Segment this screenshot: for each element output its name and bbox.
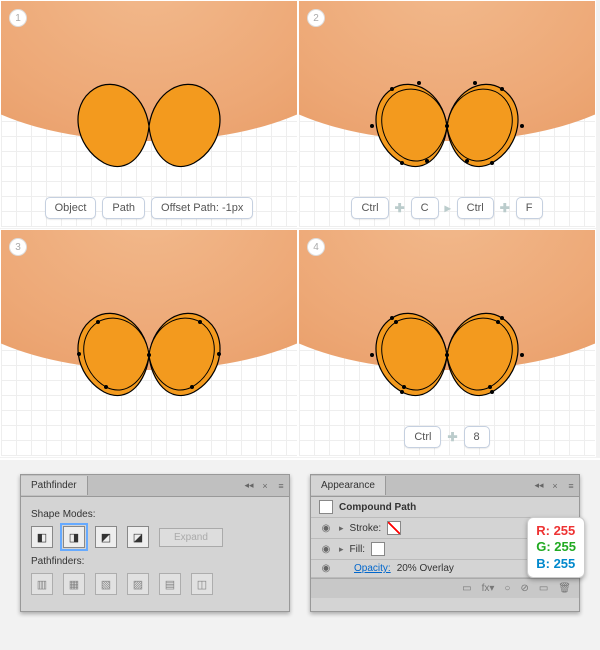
shape-modes-label: Shape Modes:: [31, 509, 279, 520]
offset-path-button[interactable]: Offset Path: -1px: [151, 197, 253, 219]
plus-icon: ✚: [500, 201, 510, 215]
visibility-icon[interactable]: ◉: [319, 563, 333, 574]
appearance-tab[interactable]: Appearance: [311, 476, 386, 495]
pane-4: 4 Ctrl ✚ 8: [298, 229, 596, 457]
step-badge: 2: [307, 9, 325, 27]
step2-buttons: Ctrl ✚ C ▸ Ctrl ✚ F: [299, 197, 595, 219]
pathfinders-row: ▥ ▦ ▧ ▨ ▤ ◫: [31, 573, 279, 595]
appearance-panel: Appearance ◂◂ × ≡ Compound Path ◉ ▸ Stro…: [310, 474, 580, 612]
stroke-label: Stroke:: [350, 523, 382, 534]
plus-icon: ✚: [395, 201, 405, 215]
none-swatch[interactable]: [387, 521, 401, 535]
outline-icon[interactable]: ▤: [159, 573, 181, 595]
collapse-icon[interactable]: ◂◂: [531, 480, 547, 491]
compound-path-row[interactable]: Compound Path: [311, 497, 579, 518]
close-icon[interactable]: ×: [547, 481, 563, 491]
bow-shape: [59, 300, 239, 410]
step-badge: 3: [9, 238, 27, 256]
fx-icon[interactable]: fx▾: [482, 583, 495, 594]
crop-icon[interactable]: ▨: [127, 573, 149, 595]
r-value: R: 255: [536, 523, 576, 539]
c-key[interactable]: C: [411, 197, 439, 219]
bow-shape: [357, 71, 537, 181]
pathfinders-label: Pathfinders:: [31, 556, 279, 567]
bow-shape: [357, 300, 537, 410]
minus-back-icon[interactable]: ◫: [191, 573, 213, 595]
panel-tabs: Pathfinder ◂◂ × ≡: [21, 475, 289, 497]
chevron-right-icon: ▸: [445, 201, 451, 215]
ctrl-key[interactable]: Ctrl: [404, 426, 441, 448]
menu-icon[interactable]: ≡: [563, 481, 579, 491]
panel-tabs: Appearance ◂◂ × ≡: [311, 475, 579, 497]
eight-key[interactable]: 8: [464, 426, 490, 448]
trash-icon[interactable]: 🗑: [558, 583, 571, 594]
b-value: B: 255: [536, 556, 576, 572]
white-swatch[interactable]: [371, 542, 385, 556]
prohibit-icon[interactable]: ⊘: [520, 583, 528, 594]
opacity-link[interactable]: Opacity:: [354, 563, 391, 574]
duplicate-icon[interactable]: ▭: [539, 583, 548, 594]
pathfinder-body: Shape Modes: ◧ ◨ ◩ ◪ Expand Pathfinders:…: [21, 497, 289, 611]
path-button[interactable]: Path: [102, 197, 145, 219]
collapse-icon[interactable]: ◂◂: [241, 480, 257, 491]
opacity-value: 20% Overlay: [397, 563, 454, 574]
visibility-icon[interactable]: ◉: [319, 523, 333, 534]
visibility-icon[interactable]: ◉: [319, 544, 333, 555]
ctrl-key[interactable]: Ctrl: [457, 197, 494, 219]
tutorial-grid: 1 Object Path Offset Path: -1px 2 Ctrl ✚…: [0, 0, 600, 460]
expand-icon[interactable]: ▸: [339, 523, 344, 534]
expand-icon[interactable]: ▸: [339, 544, 344, 555]
exclude-icon[interactable]: ◪: [127, 526, 149, 548]
plus-icon: ✚: [447, 430, 457, 444]
menu-icon[interactable]: ≡: [273, 481, 289, 491]
clear-icon[interactable]: ○: [504, 583, 510, 594]
bow-shape: [59, 71, 239, 181]
pane-1: 1 Object Path Offset Path: -1px: [0, 0, 298, 228]
pathfinder-tab[interactable]: Pathfinder: [21, 476, 88, 495]
pane-3: 3: [0, 229, 298, 457]
close-icon[interactable]: ×: [257, 481, 273, 491]
unite-icon[interactable]: ◧: [31, 526, 53, 548]
thumb-swatch: [319, 500, 333, 514]
compound-path-label: Compound Path: [339, 502, 416, 513]
panels-row: Pathfinder ◂◂ × ≡ Shape Modes: ◧ ◨ ◩ ◪ E…: [0, 460, 600, 612]
divide-icon[interactable]: ▥: [31, 573, 53, 595]
ctrl-key[interactable]: Ctrl: [351, 197, 388, 219]
minus-front-icon[interactable]: ◨: [63, 526, 85, 548]
step-badge: 4: [307, 238, 325, 256]
fill-label: Fill:: [350, 544, 366, 555]
step-badge: 1: [9, 9, 27, 27]
doc-icon[interactable]: ▭: [462, 583, 471, 594]
shape-modes-row: ◧ ◨ ◩ ◪ Expand: [31, 526, 279, 548]
pane-2: 2 Ctrl ✚ C ▸ Ctrl ✚ F: [298, 0, 596, 228]
pathfinder-panel: Pathfinder ◂◂ × ≡ Shape Modes: ◧ ◨ ◩ ◪ E…: [20, 474, 290, 612]
expand-button[interactable]: Expand: [159, 528, 223, 547]
intersect-icon[interactable]: ◩: [95, 526, 117, 548]
rgb-callout: R: 255 G: 255 B: 255: [527, 517, 585, 578]
object-button[interactable]: Object: [45, 197, 97, 219]
trim-icon[interactable]: ▦: [63, 573, 85, 595]
step4-buttons: Ctrl ✚ 8: [299, 426, 595, 448]
panel-footer: ▭ fx▾ ○ ⊘ ▭ 🗑: [311, 578, 579, 598]
step1-buttons: Object Path Offset Path: -1px: [1, 197, 297, 219]
f-key[interactable]: F: [516, 197, 543, 219]
g-value: G: 255: [536, 539, 576, 555]
merge-icon[interactable]: ▧: [95, 573, 117, 595]
